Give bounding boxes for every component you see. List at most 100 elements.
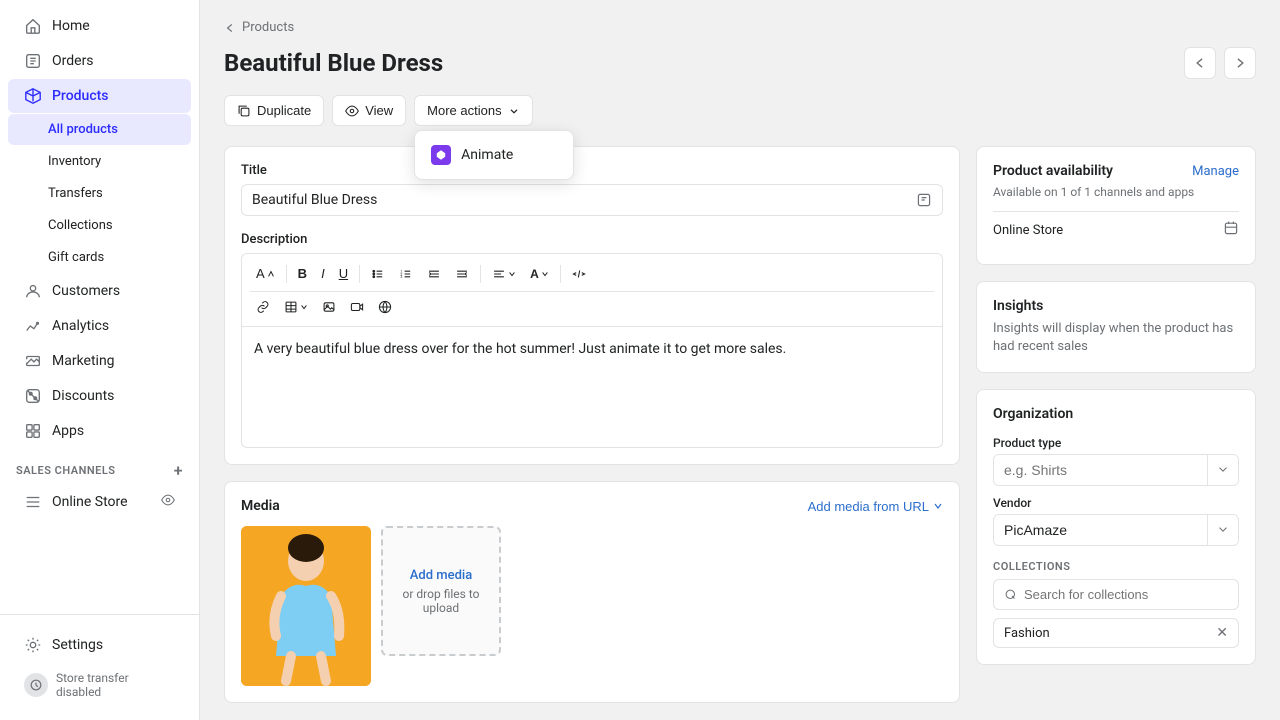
sidebar-item-settings[interactable]: Settings (8, 628, 191, 662)
description-editor[interactable]: A very beautiful blue dress over for the… (242, 327, 942, 447)
duplicate-button[interactable]: Duplicate (224, 95, 324, 126)
media-header: Media Add media from URL (241, 498, 943, 514)
product-type-select-btn[interactable] (1207, 455, 1238, 485)
media-image-item[interactable] (241, 526, 371, 686)
online-store-eye-icon[interactable] (161, 493, 175, 511)
nav-next-button[interactable] (1224, 47, 1256, 79)
toolbar: Duplicate View More actions Animat (224, 95, 1256, 126)
duplicate-label: Duplicate (257, 103, 311, 118)
nav-prev-button[interactable] (1184, 47, 1216, 79)
availability-subtitle: Available on 1 of 1 channels and apps (993, 185, 1239, 199)
vendor-input-wrapper (993, 514, 1239, 546)
sidebar-item-collections[interactable]: Collections (8, 210, 191, 241)
media-card: Media Add media from URL (224, 481, 960, 703)
bold-btn[interactable]: B (292, 262, 313, 285)
product-type-input-wrapper (993, 454, 1239, 486)
insights-text: Insights will display when the product h… (993, 320, 1239, 356)
italic-btn[interactable]: I (315, 262, 331, 285)
table-btn[interactable] (278, 296, 314, 318)
settings-icon (24, 636, 42, 654)
sales-channels-label: SALES CHANNELS (16, 464, 116, 477)
product-type-input[interactable] (994, 455, 1207, 485)
breadcrumb[interactable]: Products (224, 20, 1256, 35)
more-actions-dropdown: Animate (414, 130, 574, 180)
add-media-url-button[interactable]: Add media from URL (808, 499, 943, 514)
orders-icon (24, 52, 42, 70)
animate-menu-item[interactable]: Animate (421, 137, 567, 173)
col-left: Title Beautiful Blue Dress Description A… (224, 146, 960, 703)
page-header: Beautiful Blue Dress (224, 47, 1256, 79)
organization-title: Organization (993, 406, 1239, 422)
unordered-list-btn[interactable] (365, 263, 391, 285)
store-transfer-icon (24, 673, 48, 697)
sidebar-item-inventory[interactable]: Inventory (8, 146, 191, 177)
sidebar-item-transfers[interactable]: Transfers (8, 178, 191, 209)
online-store-availability: Online Store (993, 211, 1239, 248)
sidebar-item-online-store-label: Online Store (52, 494, 128, 510)
sidebar-item-store-transfer-label: Store transfer disabled (56, 671, 175, 699)
sidebar-subitem-all-products-label: All products (48, 122, 118, 137)
vendor-select-btn[interactable] (1207, 515, 1238, 545)
indent-increase-btn[interactable] (449, 263, 475, 285)
underline-btn[interactable]: U (333, 262, 354, 285)
vendor-input[interactable] (994, 515, 1207, 545)
sidebar-item-customers[interactable]: Customers (8, 274, 191, 308)
sidebar-item-apps[interactable]: Apps (8, 414, 191, 448)
format-text-btn[interactable]: A (250, 262, 281, 285)
font-color-btn[interactable]: A (524, 263, 555, 285)
content-grid: Title Beautiful Blue Dress Description A… (224, 146, 1256, 703)
title-label: Title (241, 163, 943, 178)
sales-channels-section: SALES CHANNELS + (0, 449, 199, 484)
search-icon (1004, 588, 1018, 602)
view-button[interactable]: View (332, 95, 406, 126)
animate-icon (431, 145, 451, 165)
media-title: Media (241, 498, 280, 514)
editor-toolbar: A B I U 123 (242, 254, 942, 327)
sidebar-item-analytics[interactable]: Analytics (8, 309, 191, 343)
image-btn[interactable] (316, 296, 342, 318)
description-label: Description (241, 232, 943, 247)
sidebar-item-store-transfer[interactable]: Store transfer disabled (8, 663, 191, 707)
fashion-tag-remove[interactable]: ✕ (1216, 625, 1228, 641)
collections-search-box (993, 579, 1239, 610)
indent-decrease-btn[interactable] (421, 263, 447, 285)
insights-title: Insights (993, 298, 1239, 314)
sidebar-item-products[interactable]: Products (8, 79, 191, 113)
product-image (241, 526, 371, 686)
apps-icon (24, 422, 42, 440)
sidebar-item-discounts[interactable]: Discounts (8, 379, 191, 413)
sidebar-item-all-products[interactable]: All products (8, 114, 191, 145)
products-icon (24, 87, 42, 105)
sidebar-item-home[interactable]: Home (8, 9, 191, 43)
sidebar-item-settings-label: Settings (52, 637, 103, 653)
breadcrumb-label: Products (242, 20, 294, 35)
home-icon (24, 17, 42, 35)
organization-card: Organization Product type Vendor (976, 389, 1256, 665)
sidebar-item-home-label: Home (52, 18, 90, 34)
fashion-tag-name: Fashion (1004, 626, 1050, 641)
ordered-list-btn[interactable]: 123 (393, 263, 419, 285)
code-btn[interactable] (566, 263, 592, 285)
align-btn[interactable] (486, 263, 522, 285)
sidebar-item-orders[interactable]: Orders (8, 44, 191, 78)
manage-link[interactable]: Manage (1192, 164, 1239, 179)
sidebar-item-marketing-label: Marketing (52, 353, 115, 369)
sidebar-item-apps-label: Apps (52, 423, 84, 439)
sidebar-item-discounts-label: Discounts (52, 388, 114, 404)
page-title: Beautiful Blue Dress (224, 49, 443, 77)
sidebar-item-marketing[interactable]: Marketing (8, 344, 191, 378)
add-channel-icon[interactable]: + (174, 461, 183, 480)
media-upload-area[interactable]: Add media or drop files toupload (381, 526, 501, 656)
insights-card: Insights Insights will display when the … (976, 281, 1256, 373)
more-actions-button[interactable]: More actions (414, 95, 532, 126)
sidebar-item-online-store[interactable]: Online Store (8, 485, 191, 519)
sidebar-item-gift-cards[interactable]: Gift cards (8, 242, 191, 273)
title-input[interactable]: Beautiful Blue Dress (241, 184, 943, 216)
collections-search-input[interactable] (1024, 587, 1228, 602)
online-store-calendar-icon[interactable] (1223, 220, 1239, 240)
sidebar-subitem-inventory-label: Inventory (48, 154, 101, 169)
availability-header: Product availability Manage (993, 163, 1239, 179)
link-btn[interactable] (250, 296, 276, 318)
embed-btn[interactable] (372, 296, 398, 318)
video-btn[interactable] (344, 296, 370, 318)
